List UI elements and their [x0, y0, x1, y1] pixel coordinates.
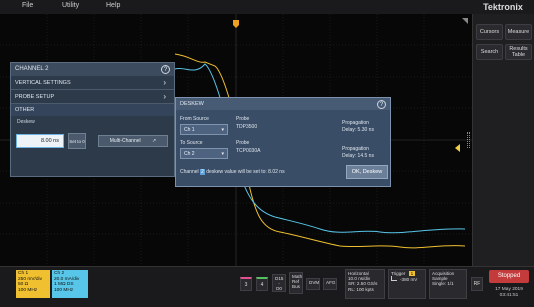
measure-button[interactable]: Measure	[505, 24, 532, 40]
menu-help[interactable]: Help	[106, 2, 120, 9]
to-source-value: Ch 2	[184, 151, 195, 157]
ch4-button[interactable]: 4	[256, 277, 268, 291]
set-to-zero-button[interactable]: Set to 0	[68, 133, 86, 149]
menu-bar: File Utility Help	[0, 0, 472, 14]
menu-utility[interactable]: Utility	[62, 2, 79, 9]
deskew-input[interactable]: 8.00 ns	[16, 134, 64, 148]
trigger-badge[interactable]: Trigger 1 -380 mV	[388, 269, 426, 299]
results-table-button[interactable]: Results Table	[505, 44, 532, 60]
deskew-message: Channel 2 deskew value will be set to: 8…	[180, 169, 285, 175]
probe-setup-row[interactable]: PROBE SETUP ›	[11, 90, 174, 104]
trigger-level: -380 mV	[400, 277, 418, 283]
chevron-down-icon: ▾	[221, 151, 224, 157]
panel-drag-handle[interactable]	[467, 132, 470, 148]
channel-config-panel: CHANNEL 2 ? VERTICAL SETTINGS › PROBE SE…	[10, 62, 175, 177]
ch3-button[interactable]: 3	[240, 277, 252, 291]
help-icon[interactable]: ?	[161, 65, 170, 74]
acquisition-single: Single: 1/1	[432, 281, 454, 287]
date-time: 17 May 2019 03:41:51	[489, 287, 529, 298]
from-source-label: From Source	[180, 116, 209, 122]
acquisition-badge[interactable]: Acquisition Sample Single: 1/1	[429, 269, 467, 299]
menu-file[interactable]: File	[22, 2, 33, 9]
deskew-dialog: DESKEW ? From Source Ch 1 ▾ To Source Ch…	[175, 97, 391, 187]
message-suffix: deskew value will be set to: 8.02 ns	[206, 169, 285, 175]
ch1-bandwidth: 100 MHz	[18, 287, 38, 293]
chevron-down-icon: ▾	[221, 127, 224, 133]
math-ref-bus-button[interactable]: Math Ref Bus	[289, 272, 303, 294]
search-button[interactable]: Search	[476, 44, 503, 60]
multi-channel-label: Multi-Channel	[109, 138, 141, 144]
ch1-badge[interactable]: Ch 1 250 mV/div 50 Ω 100 MHz	[16, 270, 50, 298]
probe2-label: Probe	[236, 140, 250, 146]
message-channel-badge: 2	[200, 169, 205, 175]
channel-panel-title: CHANNEL 2	[15, 66, 49, 72]
probe2-value: TCP0030A	[236, 148, 261, 154]
prop1-label: Propagation	[342, 120, 369, 126]
vertical-settings-label: VERTICAL SETTINGS	[15, 80, 71, 86]
to-source-label: To Source	[180, 140, 203, 146]
ch2-badge[interactable]: Ch 2 20.0 mA/div 1 MΩ DS 100 MHz	[52, 270, 88, 298]
afg-button[interactable]: AFG	[323, 278, 337, 290]
deskew-dialog-title-bar: DESKEW ?	[176, 98, 390, 110]
horizontal-badge[interactable]: Horizontal 10.0 ns/div SR: 2.50 GS/s RL:…	[345, 269, 385, 299]
results-side-panel: Cursors Measure Search Results Table	[467, 14, 534, 266]
from-source-value: Ch 1	[184, 127, 195, 133]
probe1-value: TDP3500	[236, 124, 258, 130]
prop2-label: Propagation	[342, 146, 369, 152]
digital-button[interactable]: D15 - D0	[272, 274, 286, 292]
multi-channel-button[interactable]: Multi-Channel ↗	[98, 135, 168, 147]
prop1-value: Delay: 5.30 ns	[342, 127, 374, 133]
help-icon[interactable]: ?	[377, 100, 386, 109]
chevron-right-icon: ›	[163, 78, 166, 87]
to-source-select[interactable]: Ch 2 ▾	[180, 148, 228, 159]
run-stop-status[interactable]: Stopped	[489, 270, 529, 283]
deskew-label: Deskew	[17, 119, 35, 125]
other-section-label: OTHER	[11, 104, 174, 116]
deskew-dialog-title: DESKEW	[180, 101, 204, 107]
chevron-right-icon: ›	[163, 92, 166, 101]
dvm-button[interactable]: DVM	[306, 278, 320, 290]
trigger-source-badge: 1	[408, 271, 416, 276]
trigger-edge-icon	[391, 276, 397, 282]
rf-button[interactable]: RF	[471, 277, 483, 291]
message-prefix: Channel	[180, 169, 199, 175]
brand-logo: Tektronix	[472, 0, 534, 14]
channel-panel-title-bar: CHANNEL 2 ?	[11, 63, 174, 76]
cursors-button[interactable]: Cursors	[476, 24, 503, 40]
probe1-label: Probe	[236, 116, 250, 122]
horizontal-sample-rate: SR: 2.50 GS/s	[348, 281, 378, 287]
horizontal-record-length: RL: 100 kpts	[348, 286, 374, 292]
external-link-icon: ↗	[152, 138, 157, 144]
probe-setup-label: PROBE SETUP	[15, 94, 55, 100]
vertical-settings-row[interactable]: VERTICAL SETTINGS ›	[11, 76, 174, 90]
from-source-select[interactable]: Ch 1 ▾	[180, 124, 228, 135]
time-label: 03:41:51	[499, 292, 519, 298]
prop2-value: Delay: 14.5 ns	[342, 153, 374, 159]
ok-deskew-button[interactable]: OK, Deskew	[346, 165, 388, 179]
ch2-bandwidth: 100 MHz	[54, 287, 74, 293]
